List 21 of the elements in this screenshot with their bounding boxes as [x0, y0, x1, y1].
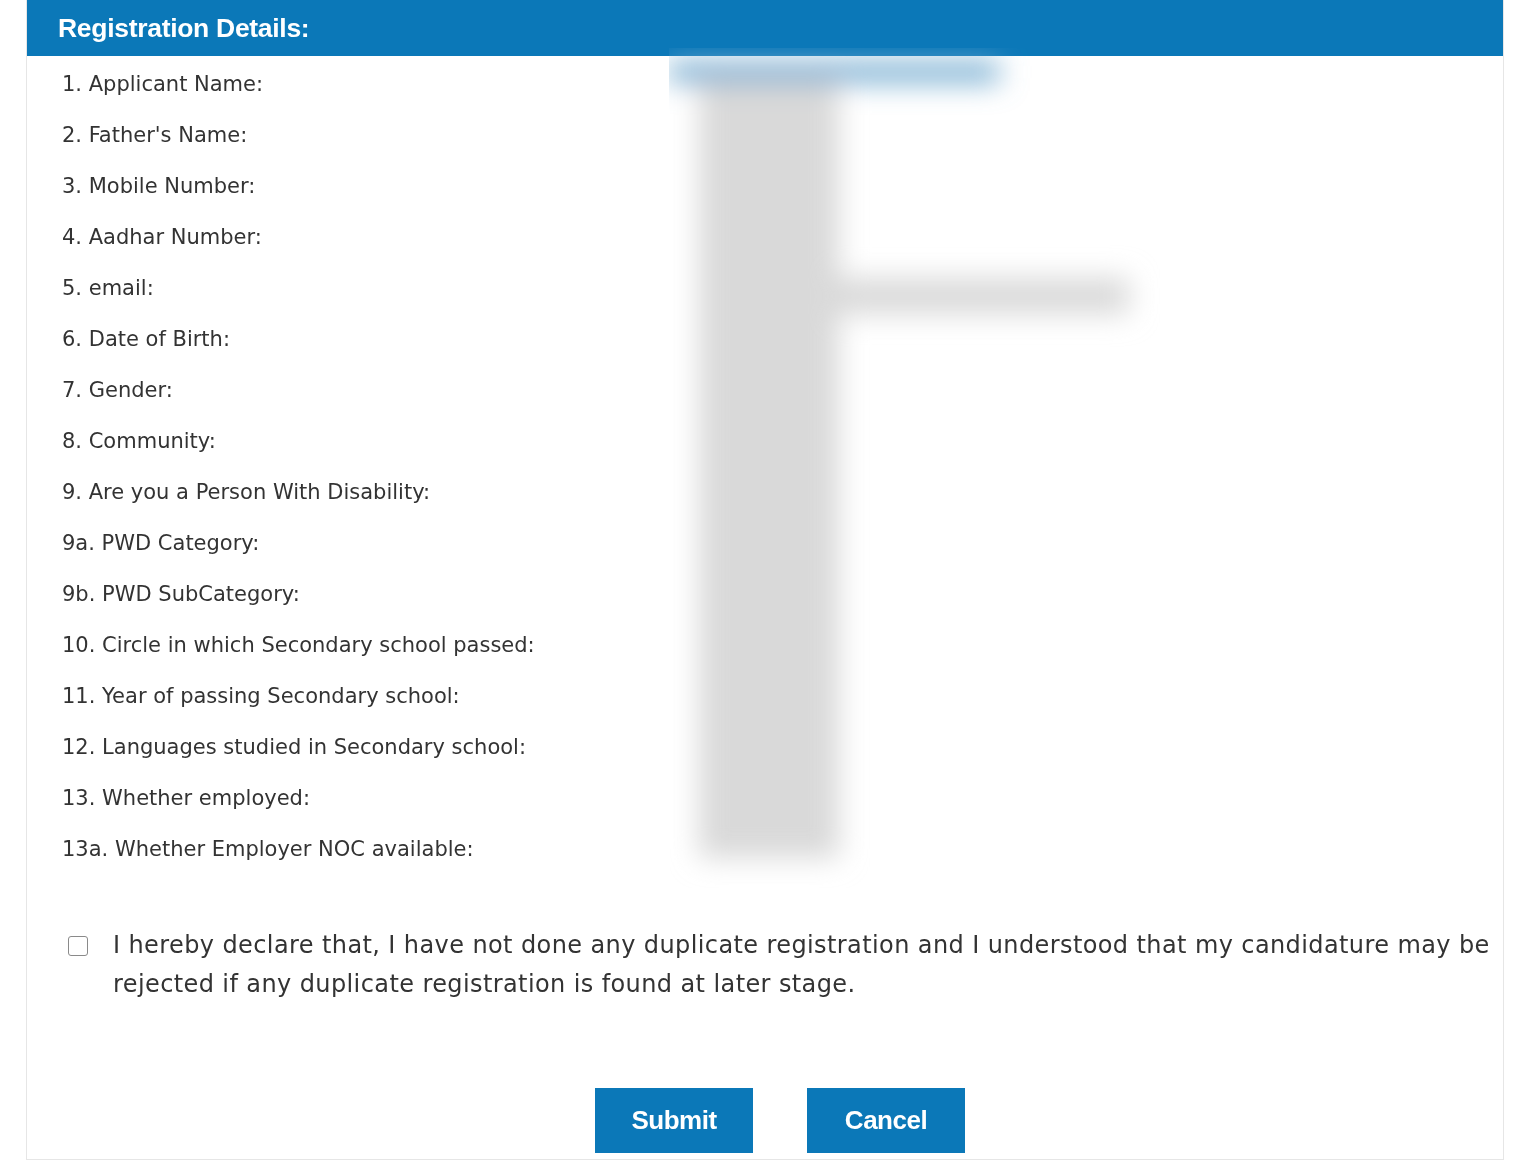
field-label: 7. Gender:: [62, 377, 173, 402]
declaration-checkbox[interactable]: [68, 936, 88, 956]
submit-button[interactable]: Submit: [595, 1088, 753, 1153]
declaration-text: I hereby declare that, I have not done any duplicate registration and I understood that my candidature may be rejected if any duplicate registration is found at later stage.: [113, 930, 1490, 1000]
cancel-button[interactable]: Cancel: [807, 1088, 965, 1153]
field-label: 8. Community:: [62, 428, 216, 453]
field-label: 4. Aadhar Number:: [62, 224, 262, 249]
field-label: 1. Applicant Name:: [62, 71, 264, 96]
field-label: 9a. PWD Category:: [62, 530, 260, 555]
field-label: 12. Languages studied in Secondary school:: [62, 734, 526, 759]
field-label: 3. Mobile Number:: [62, 173, 256, 198]
field-label: 13. Whether employed:: [62, 785, 310, 810]
field-label: 9b. PWD SubCategory:: [62, 581, 300, 606]
field-label: 9. Are you a Person With Disability:: [62, 479, 431, 504]
field-label: 2. Father's Name:: [62, 122, 248, 147]
field-label: 13a. Whether Employer NOC available:: [62, 836, 474, 861]
field-label: 6. Date of Birth:: [62, 326, 230, 351]
panel-title: Registration Details:: [58, 12, 310, 44]
field-label: 11. Year of passing Secondary school:: [62, 683, 460, 708]
field-label: 10. Circle in which Secondary school passed:: [62, 632, 535, 657]
field-label: 5. email:: [62, 275, 154, 300]
